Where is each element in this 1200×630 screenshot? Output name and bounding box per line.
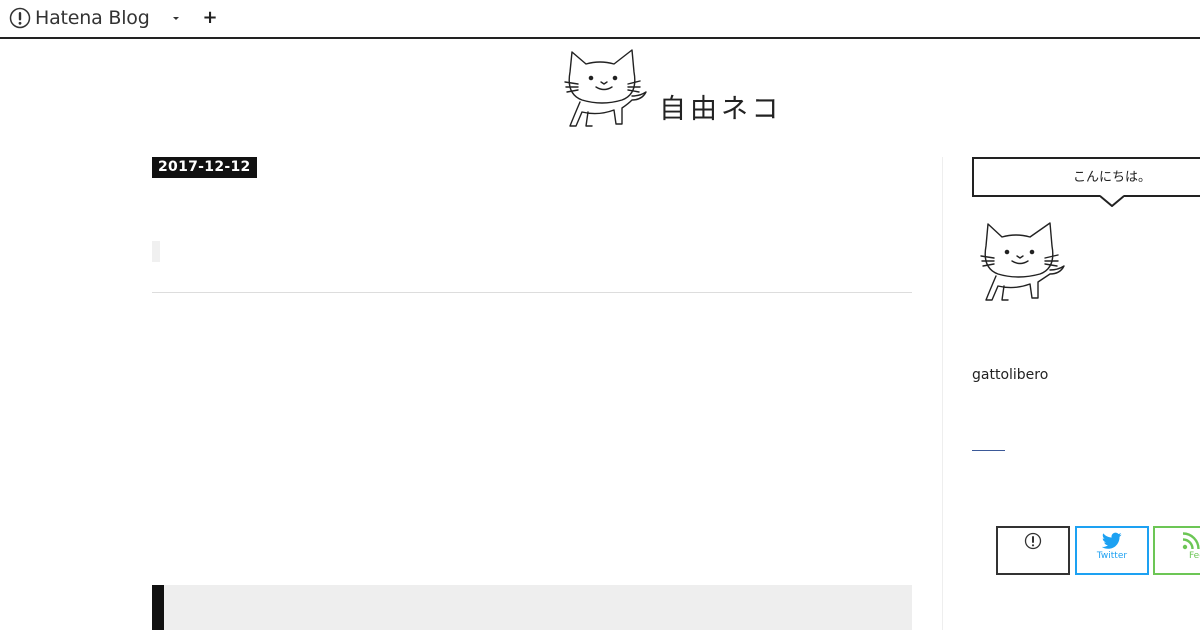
feedly-label: Feedly: [1189, 551, 1200, 561]
profile-link[interactable]: [972, 450, 1005, 451]
sidebar-divider: [942, 157, 943, 630]
article-date-badge[interactable]: 2017-12-12: [152, 157, 257, 178]
speech-bubble-tail: [1100, 195, 1124, 207]
hatena-bookmark-share-button[interactable]: [996, 526, 1070, 575]
greeting-text: こんにちは。: [1072, 170, 1151, 185]
cat-drawing-icon: 自由ネコ: [564, 49, 778, 127]
twitter-label: Twitter: [1096, 551, 1128, 561]
hatena-blog-home-link[interactable]: Hatena Blog: [9, 6, 150, 30]
cat-drawing-icon: [980, 222, 1065, 301]
caret-down-icon[interactable]: [169, 9, 183, 27]
hatena-bookmark-icon: [1024, 532, 1042, 550]
site-title-text: 自由ネコ: [659, 94, 777, 125]
brand-label: Hatena Blog: [35, 7, 150, 29]
rss-feed-icon: [1182, 532, 1200, 550]
twitter-share-button[interactable]: Twitter: [1075, 526, 1149, 575]
article-title-placeholder: [152, 241, 160, 262]
profile-username[interactable]: gattolibero: [972, 367, 1048, 383]
plus-icon: +: [202, 7, 218, 28]
hatena-logo-icon: [9, 7, 31, 29]
feedly-share-button[interactable]: Feedly: [1153, 526, 1200, 575]
article-header-divider: [152, 292, 912, 293]
twitter-bird-icon: [1102, 532, 1122, 549]
profile-avatar[interactable]: [978, 220, 1068, 306]
article-blockquote: [152, 585, 912, 630]
site-title-logo[interactable]: 自由ネコ: [562, 46, 778, 130]
greeting-speech-bubble: こんにちは。: [972, 157, 1200, 197]
blockquote-accent-bar: [152, 585, 164, 630]
add-post-button[interactable]: +: [200, 7, 220, 29]
hatena-blog-topbar: Hatena Blog +: [0, 0, 1200, 39]
